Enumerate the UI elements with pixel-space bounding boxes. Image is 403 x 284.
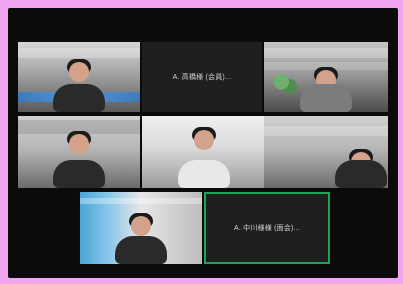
participant-video-7[interactable]: [80, 192, 202, 264]
participant-silhouette: [114, 208, 168, 264]
background-detail: [80, 198, 202, 204]
participant-silhouette: [334, 144, 387, 188]
video-call-window: A. 高橋様 (会員)... A. 中川様様 (面会)...: [8, 8, 398, 278]
participant-silhouette: [300, 62, 352, 112]
participant-video-6[interactable]: [264, 116, 388, 188]
participant-silhouette: [52, 126, 106, 188]
background-detail: [270, 72, 298, 96]
participant-video-4[interactable]: [18, 116, 140, 188]
participant-silhouette: [53, 54, 105, 112]
participant-name: A. 高橋様 (会員)...: [172, 74, 232, 81]
participant-video-3[interactable]: [264, 42, 388, 112]
participant-silhouette: [175, 122, 233, 188]
participant-video-5[interactable]: [142, 116, 266, 188]
background-detail: [264, 126, 388, 136]
participant-video-1[interactable]: [18, 42, 140, 112]
participant-name: A. 中川様様 (面会)...: [234, 225, 300, 232]
background-detail: [264, 48, 388, 58]
participant-namecard-2[interactable]: A. 高橋様 (会員)...: [142, 42, 262, 112]
participant-namecard-8[interactable]: A. 中川様様 (面会)...: [204, 192, 330, 264]
